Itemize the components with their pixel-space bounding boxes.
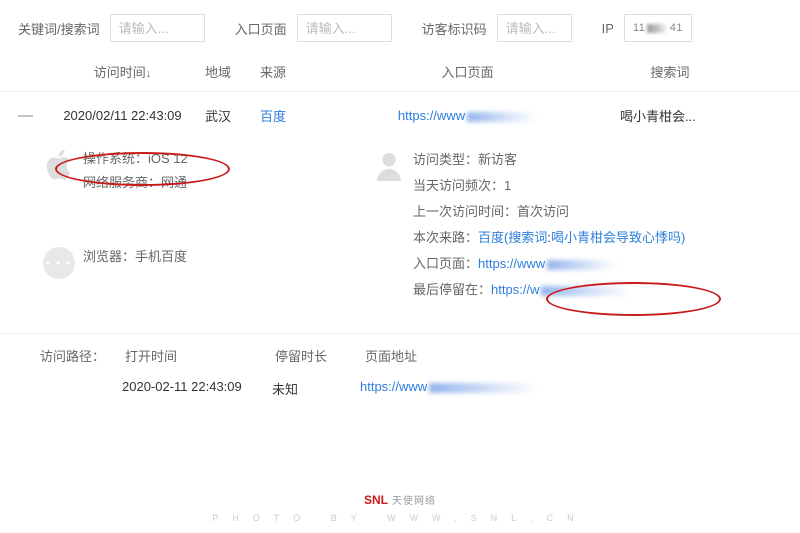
browser-label: 浏览器： (83, 249, 135, 264)
th-source[interactable]: 来源 (260, 62, 315, 81)
detail-panel: 操作系统：iOS 12 网络服务商：网通 ● ● ● 浏览器：手机百度 (0, 139, 800, 334)
detail-right: 访问类型：新访客 当天访问频次：1 上一次访问时间：首次访问 本次来路：百度(搜… (365, 139, 800, 313)
route-search-label: 搜索词 (508, 230, 547, 245)
table-header: 访问时间↓ 地域 来源 入口页面 搜索词 (0, 52, 800, 92)
ip-input[interactable]: 1141 (624, 14, 692, 42)
sort-arrow-icon: ↓ (146, 68, 152, 80)
person-icon (365, 147, 413, 181)
isp-value: 网通 (161, 175, 187, 190)
pr-open-time: 2020-02-11 22:43:09 (122, 379, 272, 398)
pr-url: https://www (360, 379, 782, 398)
route-label: 本次来路： (413, 230, 478, 245)
table-row: — 2020/02/11 22:43:09 武汉 百度 https://www … (0, 92, 800, 139)
detail-left: 操作系统：iOS 12 网络服务商：网通 ● ● ● 浏览器：手机百度 (35, 139, 365, 313)
last-visit-label: 上一次访问时间： (413, 204, 517, 219)
browser-value: 手机百度 (135, 249, 187, 264)
visitor-type-label: 访问类型： (413, 152, 478, 167)
row-search: 喝小青柑会... (620, 106, 720, 125)
os-value: iOS 12 (148, 151, 188, 166)
ph-url: 页面地址 (365, 346, 782, 365)
th-search[interactable]: 搜索词 (620, 62, 720, 81)
keyword-label: 关键词/搜索词 (18, 19, 100, 38)
footer-watermark: SNL 天使网络 PHOTO BY WWW.SNL.CN (0, 486, 800, 533)
entry-label: 入口页面 (235, 19, 287, 38)
entry-input[interactable] (297, 14, 392, 42)
th-region[interactable]: 地域 (205, 62, 260, 81)
footer-brand: SNL (364, 493, 388, 507)
visitor-type-value: 新访客 (478, 152, 517, 167)
last-visit-value: 首次访问 (517, 204, 569, 219)
ip-label: IP (602, 21, 614, 36)
path-header: 访问路径： 打开时间 停留时长 页面地址 (40, 346, 782, 365)
entry-page-label: 入口页面： (413, 256, 478, 271)
last-stay-label: 最后停留在： (413, 282, 491, 297)
route-source-link[interactable]: 百度 (478, 230, 504, 245)
last-stay-link[interactable]: https://w (491, 282, 539, 297)
visitor-id-label: 访客标识码 (422, 19, 487, 38)
apple-icon (35, 147, 83, 181)
ph-open-time: 打开时间 (125, 346, 275, 365)
th-entry[interactable]: 入口页面 (315, 62, 620, 81)
filter-bar: 关键词/搜索词 入口页面 访客标识码 IP 1141 (0, 0, 800, 52)
visitor-id-input[interactable] (497, 14, 572, 42)
pr-duration: 未知 (272, 379, 360, 398)
row-entry: https://www (315, 108, 620, 123)
row-time: 2020/02/11 22:43:09 (40, 108, 205, 123)
entry-page-link[interactable]: https://www (478, 256, 545, 271)
row-toggle[interactable]: — (18, 107, 40, 124)
path-row: 2020-02-11 22:43:09 未知 https://www (40, 379, 782, 398)
path-section-label: 访问路径： (40, 346, 105, 365)
footer-line2: PHOTO BY WWW.SNL.CN (0, 513, 800, 523)
row-region: 武汉 (205, 106, 260, 125)
keyword-input[interactable] (110, 14, 205, 42)
path-section: 访问路径： 打开时间 停留时长 页面地址 2020-02-11 22:43:09… (0, 334, 800, 410)
footer-brand-cn: 天使网络 (392, 496, 436, 507)
row-entry-link[interactable]: https://www (398, 108, 465, 123)
isp-label: 网络服务商： (83, 175, 161, 190)
pr-url-link[interactable]: https://www (360, 379, 427, 394)
row-source-link[interactable]: 百度 (260, 106, 315, 125)
day-visits-value: 1 (504, 178, 511, 193)
dots-icon: ● ● ● (35, 245, 83, 279)
os-label: 操作系统： (83, 151, 148, 166)
route-search-value[interactable]: 喝小青柑会导致心悸吗 (551, 230, 681, 245)
day-visits-label: 当天访问频次： (413, 178, 504, 193)
th-time[interactable]: 访问时间↓ (40, 62, 205, 81)
ph-duration: 停留时长 (275, 346, 365, 365)
